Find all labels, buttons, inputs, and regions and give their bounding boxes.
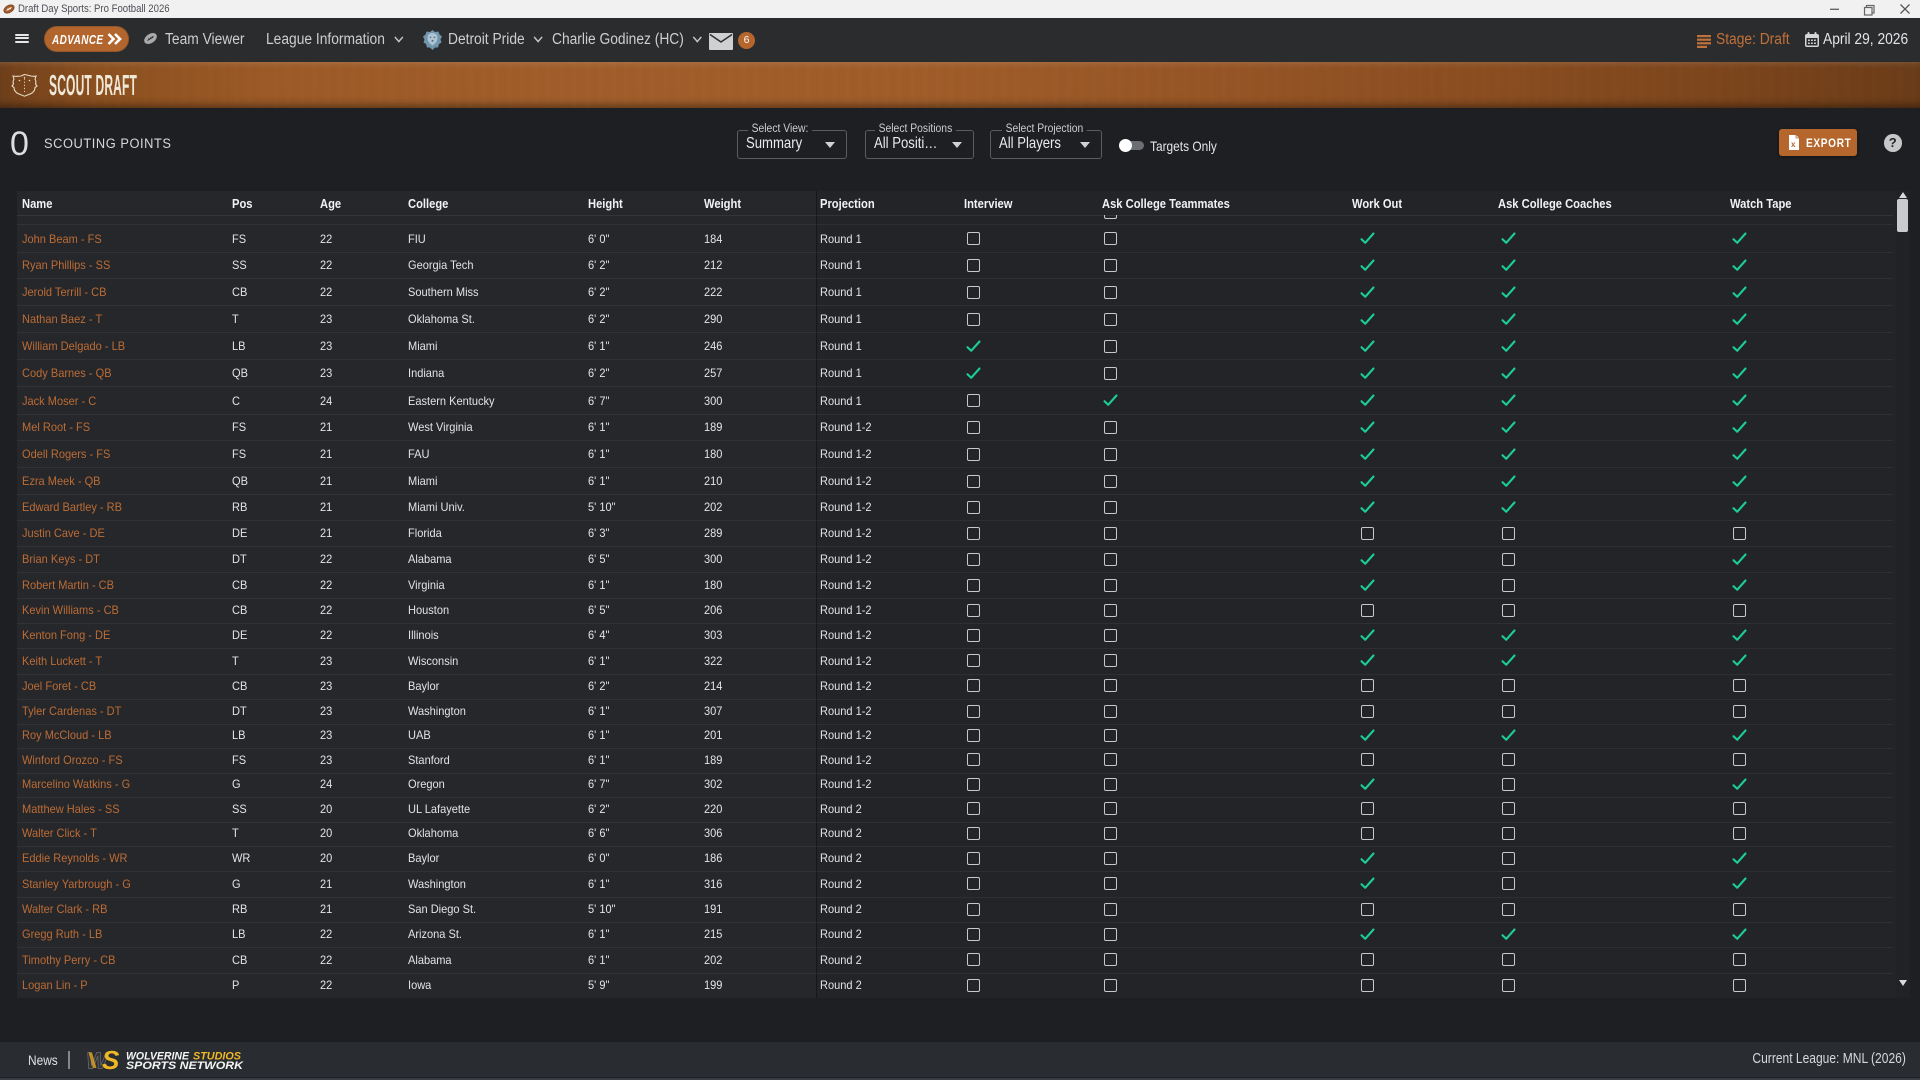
- svg-text:SPORTS NETWORK: SPORTS NETWORK: [126, 1060, 244, 1070]
- svg-text:x: x: [1791, 140, 1796, 149]
- svg-text:S: S: [102, 1050, 120, 1070]
